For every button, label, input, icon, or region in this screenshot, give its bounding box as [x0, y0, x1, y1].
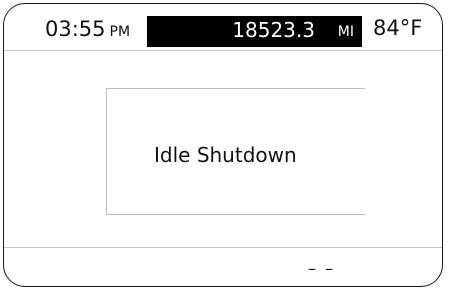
clock-ampm: PM [109, 24, 131, 40]
display-screen: 03:55 PM 18523.3 MI 84°F Idle Shutdown – … [3, 3, 443, 287]
message-text: Idle Shutdown [154, 143, 297, 167]
top-divider [4, 50, 442, 51]
status-bar: 03:55 PM 18523.3 MI 84°F [4, 4, 442, 47]
clock: 03:55 PM [45, 19, 130, 40]
bottom-divider [4, 247, 442, 248]
outside-temperature: 84°F [373, 16, 423, 40]
message-panel: Idle Shutdown [106, 88, 365, 215]
footer-indicator: – – [308, 259, 336, 278]
odometer-value: 18523.3 [232, 18, 315, 42]
odometer-unit: MI [337, 24, 354, 40]
clock-time: 03:55 [45, 17, 106, 41]
odometer: 18523.3 MI [147, 16, 362, 47]
